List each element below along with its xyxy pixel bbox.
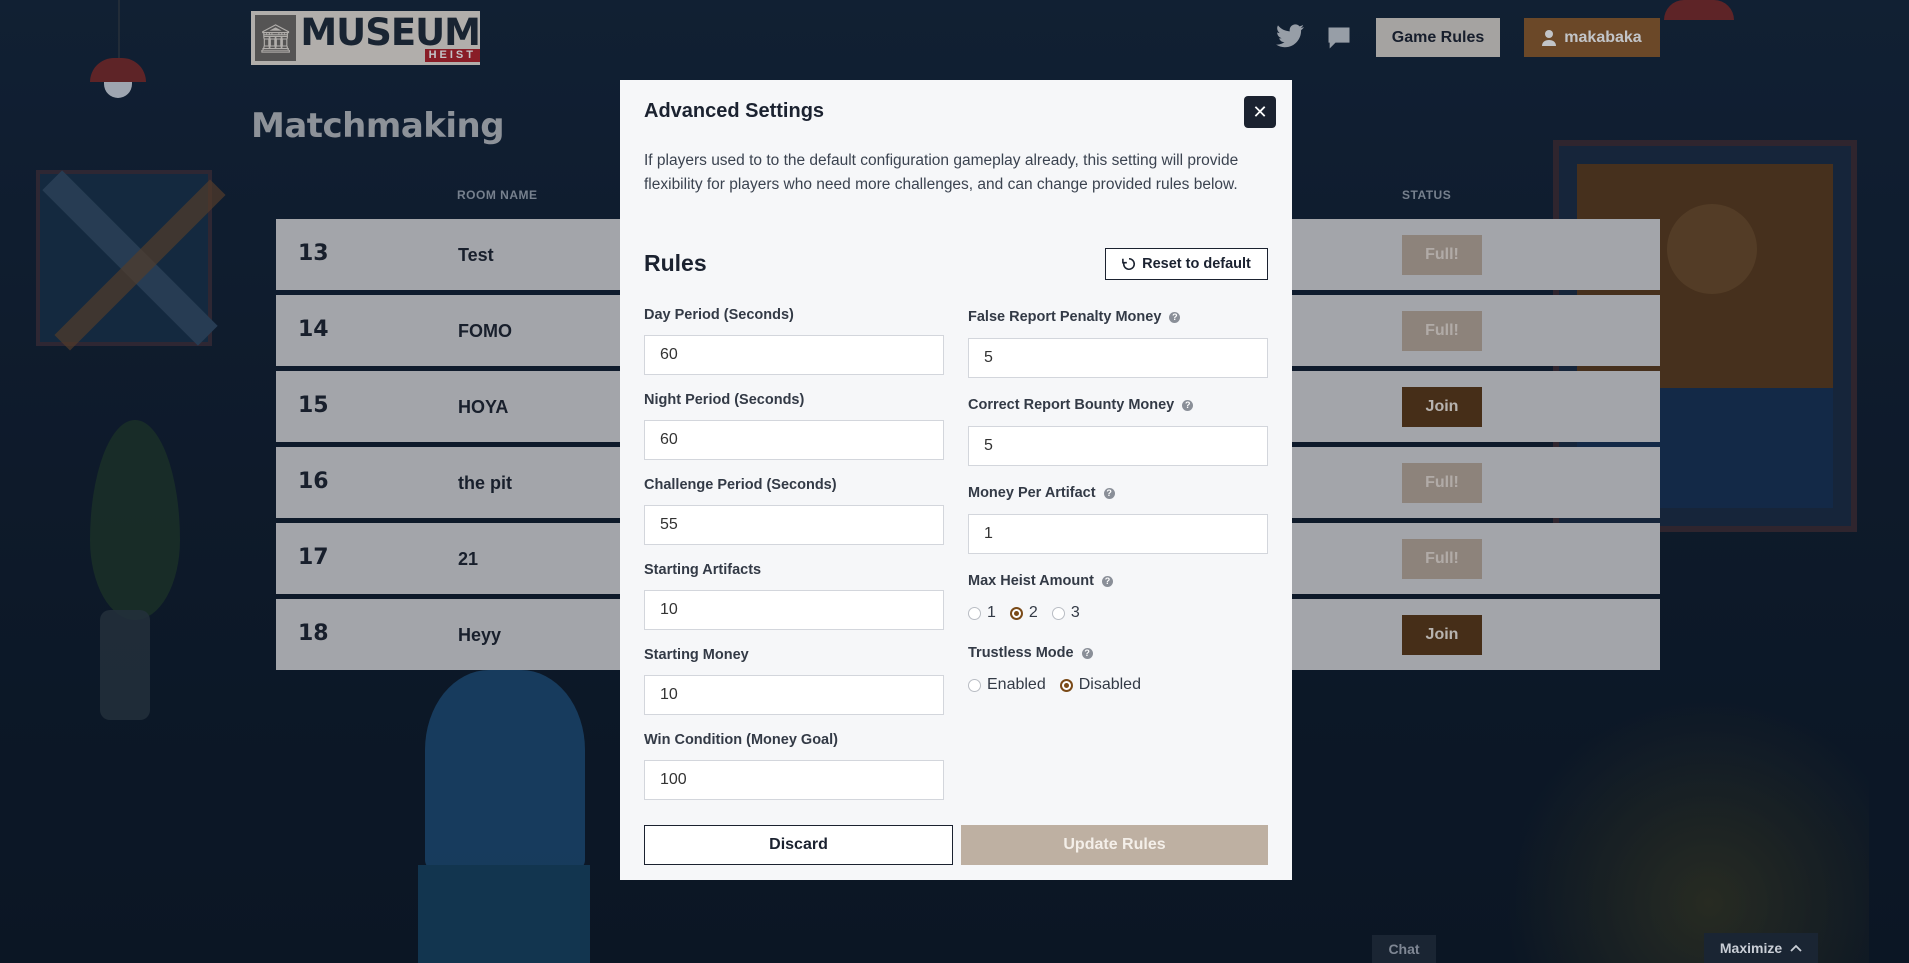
close-button[interactable]: ✕	[1244, 96, 1276, 128]
starting-artifacts-input[interactable]	[644, 590, 944, 630]
day-period-input[interactable]	[644, 335, 944, 375]
day-period-label: Day Period (Seconds)	[644, 307, 794, 323]
win-condition-label: Win Condition (Money Goal)	[644, 732, 838, 748]
update-rules-button[interactable]: Update Rules	[961, 825, 1268, 865]
correct-report-bounty-label-text: Correct Report Bounty Money	[968, 397, 1175, 413]
radio-label: Disabled	[1078, 676, 1141, 693]
close-icon: ✕	[1252, 102, 1268, 122]
radio-label: 2	[1028, 604, 1038, 621]
false-report-penalty-label: False Report Penalty Money ?	[968, 309, 1181, 325]
correct-report-bounty-label: Correct Report Bounty Money ?	[968, 397, 1194, 413]
night-period-input[interactable]	[644, 420, 944, 460]
win-condition-input[interactable]	[644, 760, 944, 800]
money-per-artifact-label: Money Per Artifact ?	[968, 485, 1115, 501]
discard-button[interactable]: Discard	[644, 825, 953, 865]
reset-icon	[1122, 257, 1136, 271]
radio-label: Enabled	[987, 676, 1046, 693]
trustless-disabled-option[interactable]: Disabled	[1059, 676, 1141, 694]
radio-button[interactable]	[968, 678, 981, 692]
max-heist-radio-group: 1 2 3	[968, 604, 1094, 622]
radio-button[interactable]	[968, 606, 981, 620]
chevron-up-icon	[1790, 944, 1802, 952]
help-icon[interactable]: ?	[1169, 311, 1181, 323]
radio-button-selected[interactable]	[1009, 606, 1023, 620]
trustless-mode-label-text: Trustless Mode	[968, 645, 1074, 661]
max-heist-option-3[interactable]: 3	[1051, 604, 1080, 622]
radio-button[interactable]	[1051, 606, 1065, 620]
starting-artifacts-label: Starting Artifacts	[644, 562, 762, 578]
maximize-button[interactable]: Maximize	[1704, 933, 1818, 963]
chat-tab[interactable]: Chat	[1372, 935, 1436, 963]
max-heist-label: Max Heist Amount ?	[968, 573, 1113, 589]
max-heist-option-2[interactable]: 2	[1009, 604, 1038, 622]
reset-to-default-button[interactable]: Reset to default	[1105, 248, 1268, 280]
trustless-mode-radio-group: Enabled Disabled	[968, 676, 1155, 694]
max-heist-option-1[interactable]: 1	[968, 604, 996, 622]
correct-report-bounty-input[interactable]	[968, 426, 1268, 466]
help-icon[interactable]: ?	[1081, 647, 1093, 659]
money-per-artifact-input[interactable]	[968, 514, 1268, 554]
maximize-label: Maximize	[1719, 940, 1783, 956]
radio-button-selected[interactable]	[1059, 678, 1073, 692]
help-icon[interactable]: ?	[1101, 575, 1113, 587]
reset-label: Reset to default	[1142, 256, 1251, 272]
radio-label: 1	[987, 604, 996, 621]
night-period-label: Night Period (Seconds)	[644, 392, 805, 408]
challenge-period-input[interactable]	[644, 505, 944, 545]
modal-title: Advanced Settings	[644, 100, 825, 122]
advanced-settings-modal: Advanced Settings ✕ If players used to t…	[620, 80, 1292, 880]
false-report-penalty-input[interactable]	[968, 338, 1268, 378]
trustless-mode-label: Trustless Mode ?	[968, 645, 1093, 661]
max-heist-label-text: Max Heist Amount	[968, 573, 1094, 589]
starting-money-input[interactable]	[644, 675, 944, 715]
false-report-penalty-label-text: False Report Penalty Money	[968, 309, 1162, 325]
starting-money-label: Starting Money	[644, 647, 749, 663]
radio-label: 3	[1070, 604, 1080, 621]
trustless-enabled-option[interactable]: Enabled	[968, 676, 1046, 694]
rules-heading: Rules	[644, 250, 707, 276]
challenge-period-label: Challenge Period (Seconds)	[644, 477, 837, 493]
money-per-artifact-label-text: Money Per Artifact	[968, 485, 1096, 501]
help-icon[interactable]: ?	[1103, 487, 1115, 499]
modal-description: If players used to to the default config…	[644, 152, 1239, 193]
help-icon[interactable]: ?	[1182, 399, 1194, 411]
